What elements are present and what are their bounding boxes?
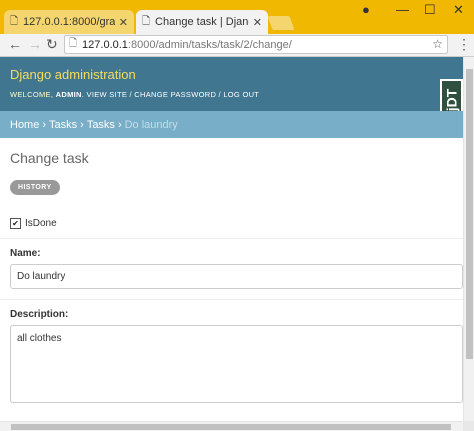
description-label: Description:	[10, 309, 69, 320]
kebab-menu-icon[interactable]: ⋮	[457, 36, 471, 53]
breadcrumb-separator: ›	[80, 118, 84, 131]
name-input[interactable]: Do laundry	[10, 264, 463, 289]
divider	[0, 299, 463, 300]
tab-close-icon[interactable]: ✕	[119, 16, 128, 29]
description-textarea[interactable]: all clothes	[10, 325, 463, 403]
user-tools: Welcome, admin. View site / Change passw…	[10, 90, 260, 99]
tab-close-icon[interactable]: ✕	[253, 16, 262, 29]
tab-graphql[interactable]: 🗋 127.0.0.1:8000/graphql?q ✕	[4, 10, 134, 34]
tab-change-task[interactable]: 🗋 Change task | Django site ✕	[136, 10, 268, 34]
minimize-icon[interactable]: —	[396, 2, 409, 17]
scrollbar-corner	[463, 421, 474, 431]
url-path: :8000/admin/tasks/task/2/change/	[127, 38, 292, 51]
admin-header: Django administration Welcome, admin. Vi…	[0, 57, 463, 111]
breadcrumb-current: Do laundry	[124, 118, 178, 131]
main-content: Change task History ✔ IsDone Name: Do la…	[0, 138, 463, 421]
breadcrumb-separator: ›	[42, 118, 47, 131]
reload-icon[interactable]: ↻	[46, 36, 58, 53]
view-site-link[interactable]: View site	[87, 90, 128, 99]
address-bar[interactable]: 🗋 127.0.0.1:8000/admin/tasks/task/2/chan…	[64, 35, 448, 54]
isdone-label: IsDone	[25, 218, 57, 229]
vertical-scrollbar[interactable]	[463, 57, 474, 421]
breadcrumb-separator: ›	[117, 118, 122, 131]
back-arrow-icon[interactable]: ←	[8, 36, 22, 52]
breadcrumb-home[interactable]: Home	[10, 119, 39, 131]
divider	[0, 238, 463, 239]
page-icon: 🗋	[142, 15, 151, 27]
username: admin	[55, 90, 82, 99]
history-button[interactable]: History	[10, 180, 60, 195]
breadcrumb-model[interactable]: Tasks	[87, 119, 115, 131]
window-close-icon[interactable]: ✕	[453, 2, 464, 18]
isdone-checkbox[interactable]: ✔	[10, 218, 21, 229]
site-branding[interactable]: Django administration	[10, 67, 136, 82]
breadcrumb: Home › Tasks › Tasks › Do laundry	[0, 111, 463, 138]
new-tab-button[interactable]	[267, 16, 295, 30]
tab-label: 127.0.0.1:8000/graphql?q	[23, 16, 115, 28]
page-icon: 🗋	[10, 15, 19, 27]
tab-label: Change task | Django site	[155, 16, 249, 28]
scrollbar-thumb[interactable]	[11, 424, 451, 430]
breadcrumb-app[interactable]: Tasks	[49, 119, 77, 131]
forward-arrow-icon[interactable]: →	[28, 36, 42, 52]
log-out-link[interactable]: Log out	[223, 90, 259, 99]
window-titlebar: 🗋 127.0.0.1:8000/graphql?q ✕ 🗋 Change ta…	[0, 0, 474, 34]
change-password-link[interactable]: Change password	[134, 90, 216, 99]
welcome-text: Welcome,	[10, 90, 54, 99]
star-icon[interactable]: ☆	[432, 37, 443, 51]
scrollbar-thumb[interactable]	[466, 69, 473, 359]
profile-icon[interactable]: ●	[362, 2, 370, 17]
horizontal-scrollbar[interactable]	[0, 421, 463, 431]
url-host: 127.0.0.1	[82, 38, 128, 51]
isdone-row: ✔ IsDone	[10, 218, 57, 229]
site-info-icon[interactable]: 🗋	[69, 36, 77, 53]
browser-toolbar: ← → ↻ 🗋 127.0.0.1:8000/admin/tasks/task/…	[0, 34, 474, 57]
page-title: Change task	[10, 150, 89, 166]
name-label: Name:	[10, 248, 41, 259]
maximize-icon[interactable]: ☐	[424, 2, 436, 18]
